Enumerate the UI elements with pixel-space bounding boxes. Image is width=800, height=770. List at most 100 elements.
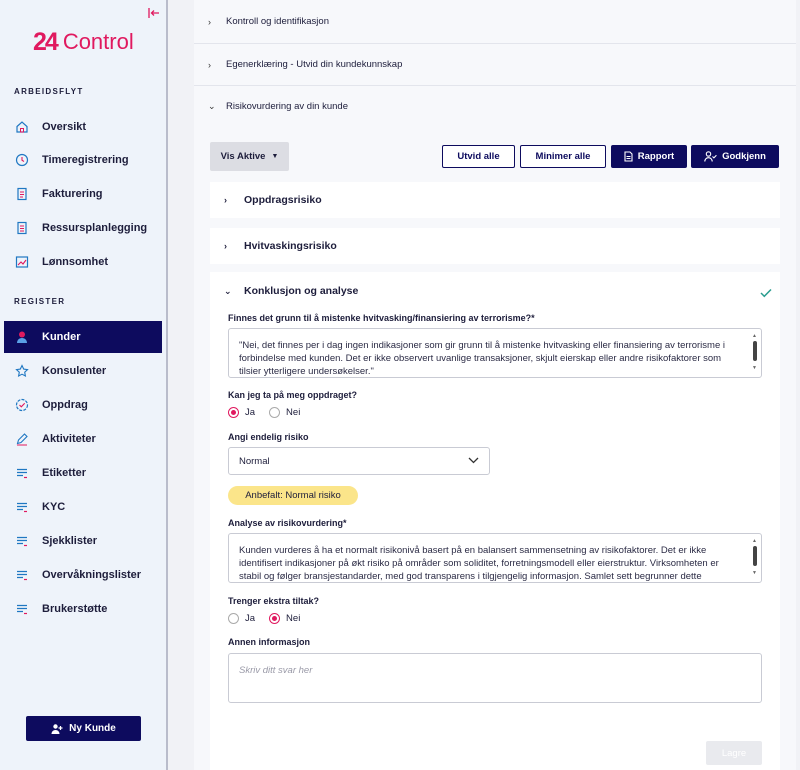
sidebar-item-kunder[interactable]: Kunder [4, 321, 162, 353]
check-icon [760, 285, 772, 303]
accordion-kontroll[interactable]: › Kontroll og identifikasjon [194, 0, 796, 44]
expand-all-button[interactable]: Utvid alle [442, 145, 515, 168]
chevron-right-icon: › [208, 16, 211, 27]
filter-dropdown[interactable]: Vis Aktive ▼ [210, 142, 289, 171]
section-title: Oppdragsrisiko [244, 194, 322, 206]
other-info-textarea[interactable]: Skriv ditt svar her [228, 653, 762, 703]
sidebar-item-overvakningslister[interactable]: Overvåkningslister [4, 559, 162, 591]
sidebar-item-konsulenter[interactable]: Konsulenter [4, 355, 162, 387]
suspicion-textarea[interactable]: "Nei, det finnes per i dag ingen indikas… [228, 328, 762, 378]
sidebar-item-brukerstotte[interactable]: Brukerstøtte [4, 593, 162, 625]
sidebar-item-oppdrag[interactable]: Oppdrag [4, 389, 162, 421]
list-icon [14, 499, 30, 515]
extra-no-radio[interactable] [269, 613, 281, 624]
section-label-workflow: ARBEIDSFLYT [14, 87, 84, 96]
sidebar-item-label: Brukerstøtte [42, 603, 108, 615]
other-info-placeholder: Skriv ditt svar her [239, 665, 313, 676]
expand-all-label: Utvid alle [457, 151, 500, 162]
final-risk-select[interactable]: Normal [228, 447, 490, 475]
accept-yes-radio[interactable] [228, 407, 239, 418]
chevron-down-icon: ⌄ [224, 285, 232, 296]
sidebar-item-kyc[interactable]: KYC [4, 491, 162, 523]
sidebar-item-label: Oversikt [42, 121, 87, 133]
list-icon [14, 601, 30, 617]
section-title: Konklusjon og analyse [244, 285, 359, 297]
sidebar-item-oversikt[interactable]: Oversikt [4, 111, 162, 143]
list-icon [14, 465, 30, 481]
section-hvitvaskingsrisiko[interactable]: › Hvitvaskingsrisiko [210, 228, 780, 264]
section-konklusjon-header[interactable]: ⌄ Konklusjon og analyse [210, 276, 780, 306]
new-customer-button[interactable]: Ny Kunde [26, 716, 141, 741]
list-icon [14, 567, 30, 583]
extra-radio-group: Ja Nei [228, 613, 314, 624]
home-icon [14, 119, 30, 135]
sidebar-item-aktiviteter[interactable]: Aktiviteter [4, 423, 162, 455]
sidebar-item-label: Overvåkningslister [42, 569, 142, 581]
sidebar-item-sjekklister[interactable]: Sjekklister [4, 525, 162, 557]
report-button[interactable]: Rapport [611, 145, 687, 168]
logo-word: Control [62, 29, 134, 54]
analysis-text: Kunden vurderes å ha et normalt risikoni… [239, 545, 719, 582]
extra-yes-label: Ja [245, 613, 256, 624]
recommended-risk-badge: Anbefalt: Normal risiko [228, 486, 358, 505]
sidebar-item-label: Kunder [42, 331, 81, 343]
collapse-sidebar-icon[interactable] [148, 7, 162, 21]
sidebar-item-timeregistrering[interactable]: Timeregistrering [4, 144, 162, 176]
question-accept-label: Kan jeg ta på meg oppdraget? [228, 390, 358, 400]
sidebar-item-label: Etiketter [42, 467, 87, 479]
final-risk-value: Normal [239, 455, 270, 467]
chevron-down-icon [468, 456, 479, 467]
accordion-risiko[interactable]: ⌄ Risikovurdering av din kunde [194, 86, 796, 126]
report-label: Rapport [637, 151, 675, 162]
sidebar-item-label: Sjekklister [42, 535, 98, 547]
logo-mark: 24 [33, 27, 59, 56]
sidebar-item-label: Timeregistrering [42, 154, 129, 166]
section-title: Hvitvaskingsrisiko [244, 240, 337, 252]
accept-no-label: Nei [286, 407, 301, 418]
accept-radio-group: Ja Nei [228, 407, 314, 418]
collapse-all-button[interactable]: Minimer alle [520, 145, 606, 168]
sidebar-item-label: Ressursplanlegging [42, 222, 148, 234]
chevron-down-icon: ⌄ [208, 100, 216, 111]
accept-no-radio[interactable] [269, 407, 281, 418]
document-icon [624, 151, 633, 162]
approve-label: Godkjenn [722, 151, 766, 162]
approve-button[interactable]: Godkjenn [691, 145, 779, 168]
analysis-label: Analyse av risikovurdering* [228, 518, 347, 528]
recommended-risk-text: Anbefalt: Normal risiko [245, 490, 341, 501]
chart-icon [14, 254, 30, 270]
sidebar-item-lonnsomhet[interactable]: Lønnsomhet [4, 246, 162, 278]
final-risk-label: Angi endelig risiko [228, 432, 309, 442]
other-info-label: Annen informasjon [228, 637, 311, 647]
sidebar-item-label: Oppdrag [42, 399, 88, 411]
suspicion-text: "Nei, det finnes per i dag ingen indikas… [239, 340, 725, 377]
section-oppdragsrisiko[interactable]: › Oppdragsrisiko [210, 182, 780, 218]
save-button[interactable]: Lagre [706, 741, 762, 765]
sidebar-item-label: Aktiviteter [42, 433, 96, 445]
new-customer-label: Ny Kunde [69, 723, 116, 734]
extra-measures-label: Trenger ekstra tiltak? [228, 596, 320, 606]
sidebar-item-ressursplanlegging[interactable]: Ressursplanlegging [4, 212, 162, 244]
accordion-title: Egenerklæring - Utvid din kundekunnskap [226, 59, 403, 70]
list-icon [14, 533, 30, 549]
sidebar-item-etiketter[interactable]: Etiketter [4, 457, 162, 489]
accordion-title: Kontroll og identifikasjon [226, 16, 329, 27]
user-check-icon [704, 151, 717, 162]
sidebar-item-label: Lønnsomhet [42, 256, 108, 268]
chevron-right-icon: › [224, 195, 227, 205]
textarea-scrollbar[interactable]: ▲ ▼ [752, 538, 758, 578]
question-suspicion-label: Finnes det grunn til å mistenke hvitvask… [228, 313, 535, 323]
collapse-all-label: Minimer alle [535, 151, 591, 162]
textarea-scrollbar[interactable]: ▲ ▼ [752, 333, 758, 373]
sidebar-item-label: KYC [42, 501, 66, 513]
sidebar-item-fakturering[interactable]: Fakturering [4, 178, 162, 210]
analysis-textarea[interactable]: Kunden vurderes å ha et normalt risikoni… [228, 533, 762, 583]
document-icon [14, 220, 30, 236]
user-icon [14, 329, 30, 345]
chevron-right-icon: › [208, 59, 211, 70]
invoice-icon [14, 186, 30, 202]
chevron-right-icon: › [224, 241, 227, 251]
extra-yes-radio[interactable] [228, 613, 239, 624]
app-logo[interactable]: 24 Control [33, 28, 134, 56]
accordion-egenerklaering[interactable]: › Egenerklæring - Utvid din kundekunnska… [194, 44, 796, 86]
